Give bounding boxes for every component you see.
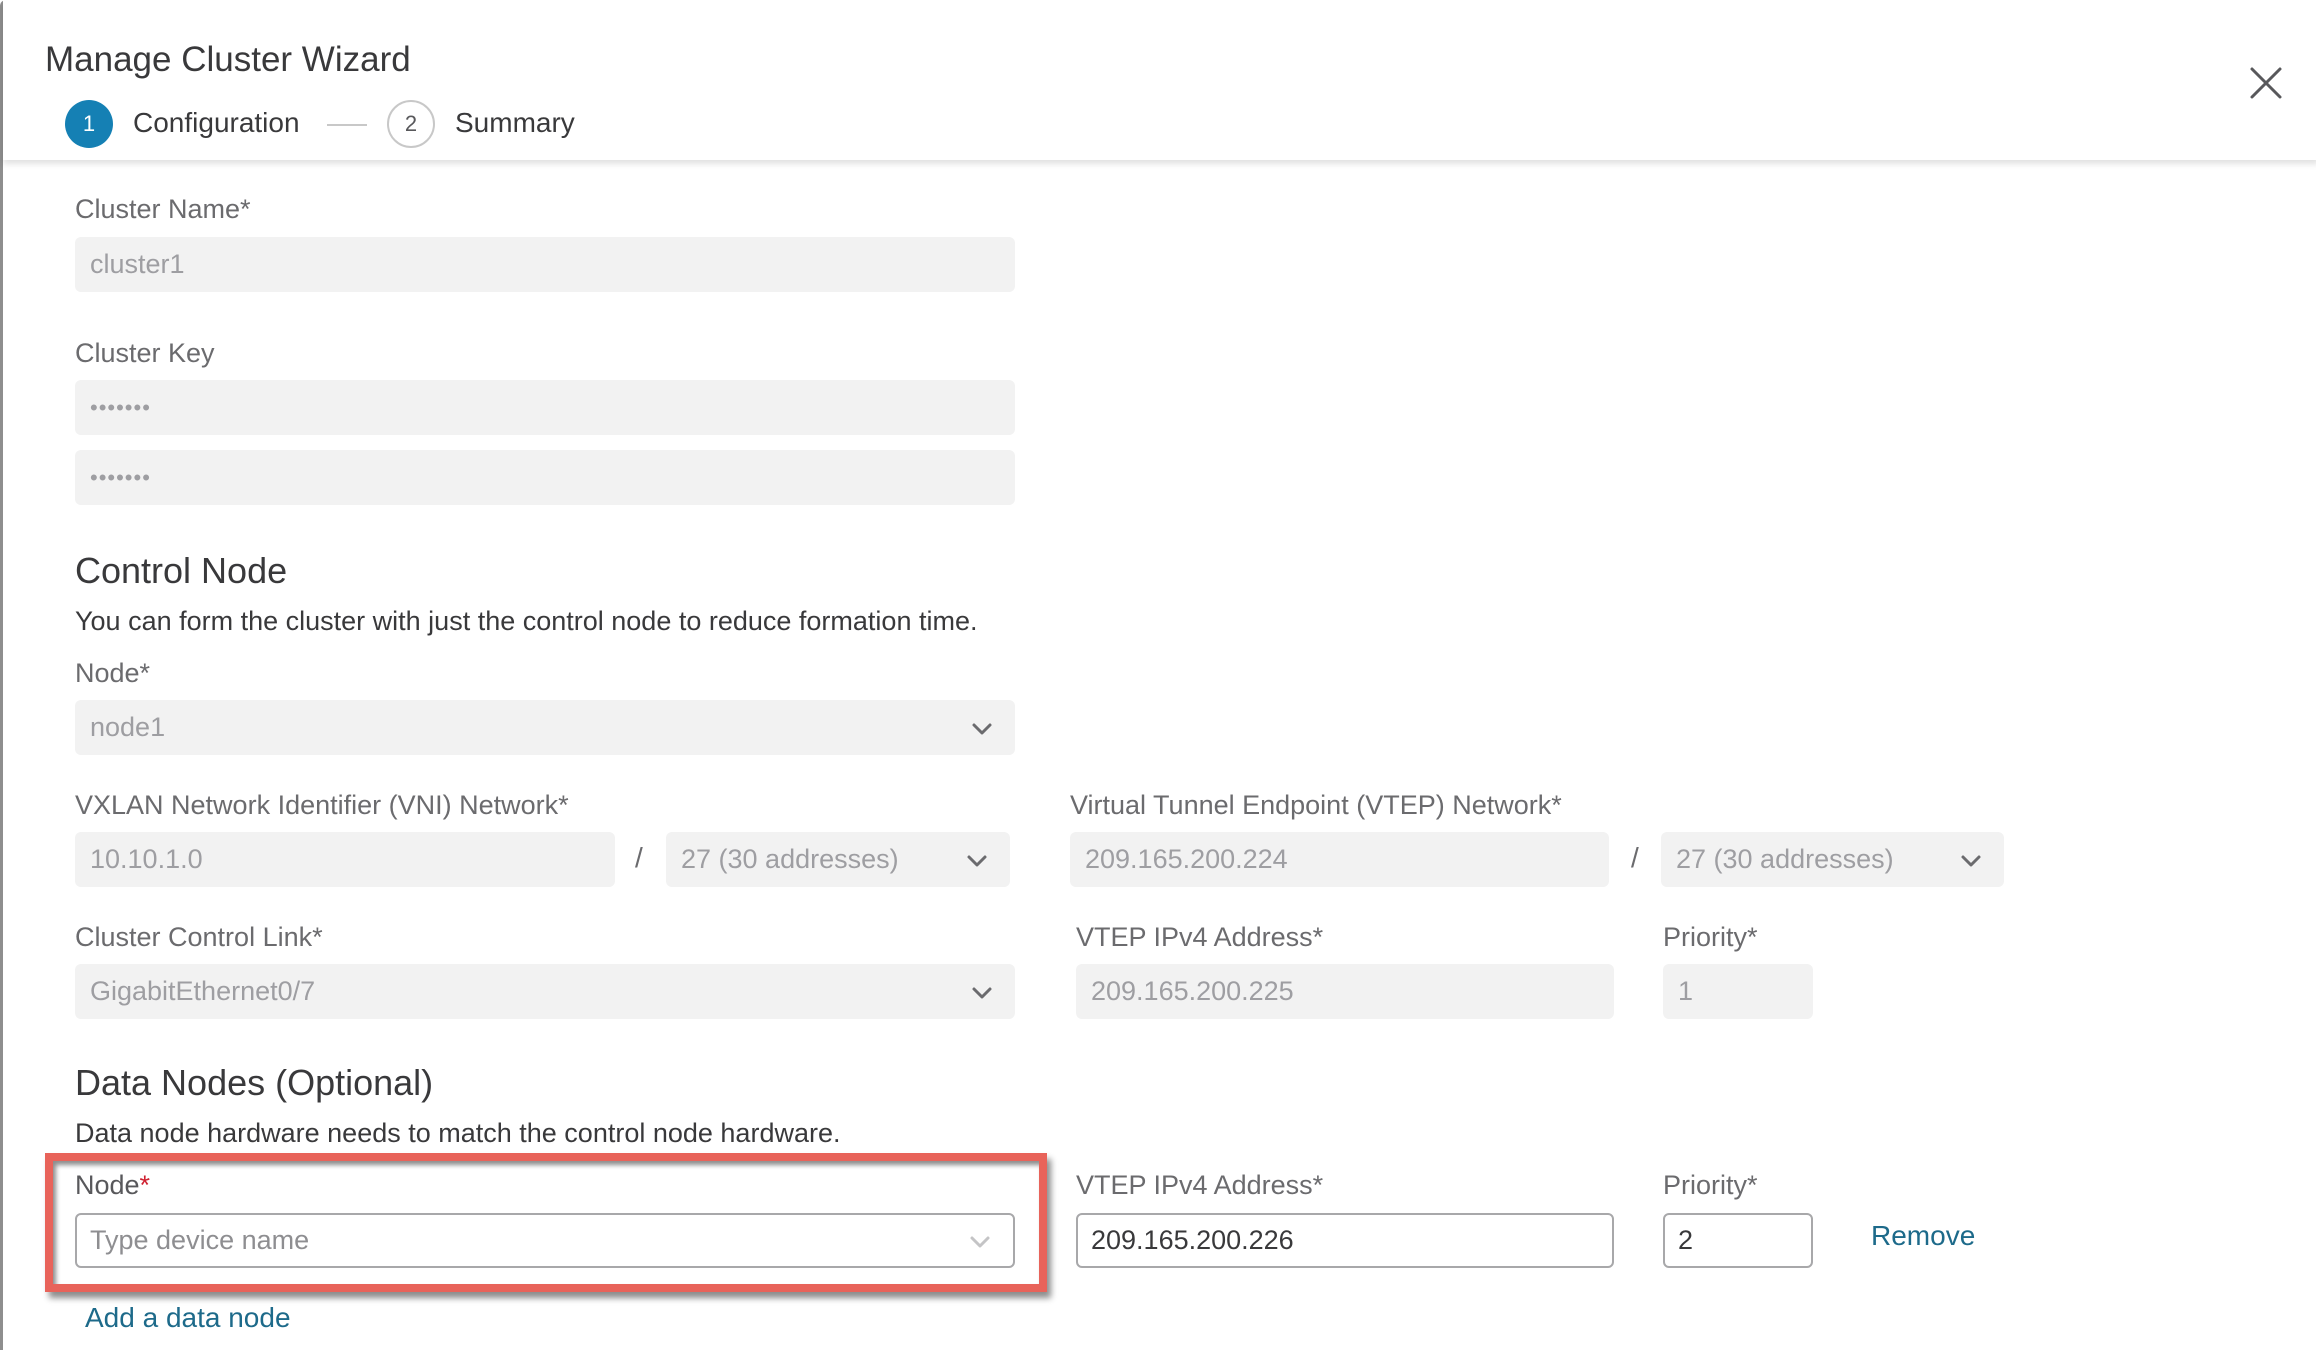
data-nodes-heading: Data Nodes (Optional): [75, 1062, 434, 1103]
cluster-key-input[interactable]: •••••••: [75, 380, 1015, 435]
control-vtep-ip-input[interactable]: 209.165.200.225: [1076, 964, 1614, 1019]
control-node-label: Node*: [75, 658, 151, 688]
vtep-separator: /: [1631, 842, 1639, 873]
control-priority-label: Priority*: [1663, 922, 1758, 952]
vni-separator: /: [635, 842, 643, 873]
data-vtep-ip-input[interactable]: 209.165.200.226: [1076, 1213, 1614, 1268]
cluster-name-value: cluster1: [90, 249, 185, 279]
data-priority-label: Priority*: [1663, 1170, 1758, 1200]
wizard-header: Manage Cluster Wizard 1 Configuration 2 …: [3, 0, 2316, 160]
ccl-value: GigabitEthernet0/7: [90, 976, 316, 1006]
data-priority-input[interactable]: 2: [1663, 1213, 1813, 1268]
chevron-down-icon: [969, 1235, 991, 1249]
vtep-network-input[interactable]: 209.165.200.224: [1070, 832, 1609, 887]
chevron-down-icon: [1960, 854, 1982, 868]
step-2-indicator[interactable]: 2: [387, 100, 435, 148]
step-2-label[interactable]: Summary: [455, 107, 575, 139]
chevron-down-icon: [971, 986, 993, 1000]
required-asterisk: *: [139, 1170, 151, 1200]
data-node-label-text: Node: [75, 1170, 140, 1200]
vni-network-input[interactable]: 10.10.1.0: [75, 832, 615, 887]
wizard-title: Manage Cluster Wizard: [45, 40, 411, 79]
chevron-down-icon: [966, 854, 988, 868]
vtep-network-value: 209.165.200.224: [1085, 844, 1288, 874]
control-priority-input[interactable]: 1: [1663, 964, 1813, 1019]
manage-cluster-wizard-dialog: Manage Cluster Wizard 1 Configuration 2 …: [0, 0, 2316, 1350]
step-1-indicator[interactable]: 1: [65, 100, 113, 148]
data-vtep-ip-label: VTEP IPv4 Address*: [1076, 1170, 1324, 1200]
step-connector: [327, 124, 367, 126]
control-vtep-ip-label: VTEP IPv4 Address*: [1076, 922, 1324, 952]
cluster-key-label: Cluster Key: [75, 338, 215, 368]
control-node-description: You can form the cluster with just the c…: [75, 606, 978, 636]
ccl-label: Cluster Control Link*: [75, 922, 323, 952]
vtep-prefix-value: 27 (30 addresses): [1676, 844, 1894, 874]
cluster-key-confirm-value: •••••••: [90, 464, 151, 490]
data-vtep-ip-value: 209.165.200.226: [1091, 1225, 1294, 1255]
vni-network-value: 10.10.1.0: [90, 844, 203, 874]
ccl-select[interactable]: GigabitEthernet0/7: [75, 964, 1015, 1019]
data-node-placeholder: Type device name: [90, 1225, 310, 1255]
chevron-down-icon: [971, 722, 993, 736]
control-node-heading: Control Node: [75, 550, 288, 591]
vtep-prefix-select[interactable]: 27 (30 addresses): [1661, 832, 2004, 887]
control-priority-value: 1: [1678, 976, 1694, 1006]
vni-prefix-value: 27 (30 addresses): [681, 844, 899, 874]
data-nodes-description: Data node hardware needs to match the co…: [75, 1118, 841, 1148]
control-node-value: node1: [90, 712, 166, 742]
remove-data-node-link[interactable]: Remove: [1871, 1220, 1975, 1252]
cluster-key-confirm-input[interactable]: •••••••: [75, 450, 1015, 505]
cluster-name-input[interactable]: cluster1: [75, 237, 1015, 292]
vni-prefix-select[interactable]: 27 (30 addresses): [666, 832, 1010, 887]
data-node-label: Node*: [75, 1170, 150, 1201]
step-1-label[interactable]: Configuration: [133, 107, 300, 139]
data-node-select[interactable]: Type device name: [75, 1213, 1015, 1268]
close-icon: [2247, 64, 2285, 102]
add-data-node-link[interactable]: Add a data node: [85, 1302, 291, 1334]
cluster-name-label: Cluster Name*: [75, 194, 251, 224]
control-vtep-ip-value: 209.165.200.225: [1091, 976, 1294, 1006]
control-node-select[interactable]: node1: [75, 700, 1015, 755]
data-priority-value: 2: [1678, 1225, 1694, 1255]
close-button[interactable]: [2247, 64, 2285, 102]
vtep-network-label: Virtual Tunnel Endpoint (VTEP) Network*: [1070, 790, 1562, 820]
cluster-key-value: •••••••: [90, 394, 151, 420]
vni-network-label: VXLAN Network Identifier (VNI) Network*: [75, 790, 569, 820]
